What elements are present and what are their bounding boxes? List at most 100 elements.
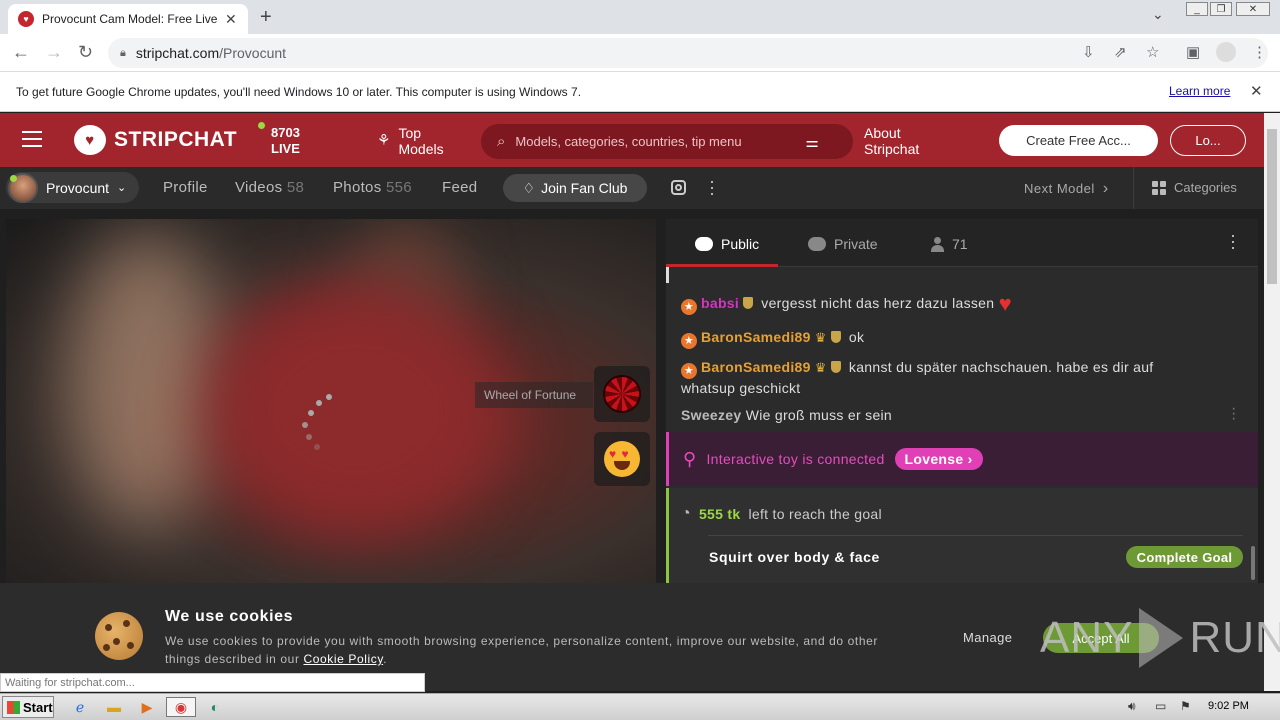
tab-public-chat[interactable]: Public xyxy=(695,236,759,252)
page-scrollbar[interactable] xyxy=(1264,113,1280,691)
message-more-icon[interactable]: · · · xyxy=(1231,401,1236,427)
ie-icon[interactable]: ℯ xyxy=(69,697,91,717)
profile-avatar-icon[interactable] xyxy=(1216,42,1236,62)
chat-text: Wie groß muss er sein xyxy=(745,407,893,423)
active-tab-indicator xyxy=(666,264,778,267)
chat-username[interactable]: BaronSamedi89 xyxy=(701,329,811,345)
tab-videos[interactable]: Videos 58 xyxy=(235,179,304,196)
window-close-button[interactable]: ✕ xyxy=(1236,2,1270,16)
complete-goal-button[interactable]: Complete Goal xyxy=(1126,546,1243,568)
tab-feed[interactable]: Feed xyxy=(442,179,477,196)
tab-profile-label: Profile xyxy=(163,179,208,196)
about-link[interactable]: About Stripchat xyxy=(864,125,954,157)
private-chat-icon xyxy=(808,237,826,251)
instagram-icon[interactable] xyxy=(671,180,686,195)
wheel-of-fortune-button[interactable] xyxy=(594,366,650,422)
network-icon[interactable]: ▭ xyxy=(1155,699,1166,713)
tab-close-icon[interactable]: ✕ xyxy=(225,11,237,28)
chat-username[interactable]: babsi xyxy=(701,295,739,311)
hamburger-menu-icon[interactable] xyxy=(22,131,42,147)
tab-profile[interactable]: Profile xyxy=(163,179,208,196)
reload-icon[interactable]: ↻ xyxy=(78,42,93,63)
fan-club-label: Join Fan Club xyxy=(541,180,628,196)
tab-videos-label: Videos xyxy=(235,179,283,196)
create-account-button[interactable]: Create Free Acc... xyxy=(999,125,1158,156)
explorer-folder-icon[interactable]: ▬ xyxy=(103,697,125,717)
wheel-of-fortune-label: Wheel of Fortune xyxy=(475,382,593,408)
search-input[interactable] xyxy=(515,134,796,149)
share-icon[interactable]: ⇗ xyxy=(1114,43,1127,61)
goal-check-icon: ◔ xyxy=(681,505,691,522)
tab-search-chevron-icon[interactable]: ⌄ xyxy=(1152,6,1164,23)
goal-name: Squirt over body & face xyxy=(709,549,880,565)
crown-icon: ♛ xyxy=(814,330,827,345)
anyrun-watermark: ANY RUN xyxy=(1040,608,1280,668)
manage-cookies-button[interactable]: Manage xyxy=(963,630,1012,645)
model-more-icon[interactable]: · · · xyxy=(709,172,717,202)
tab-private-chat[interactable]: Private xyxy=(808,236,878,252)
divider xyxy=(708,535,1243,536)
forward-arrow-icon[interactable]: → xyxy=(45,42,63,63)
emoji-reaction-button[interactable] xyxy=(594,432,650,486)
top-models-link[interactable]: ⚘ Top Models xyxy=(377,125,458,157)
search-box[interactable]: ⌕ ⚌ xyxy=(481,124,853,159)
media-player-icon[interactable]: ▶ xyxy=(136,697,158,717)
live-counter[interactable]: 8703 LIVE xyxy=(258,122,300,157)
chrome-taskbar-icon[interactable]: ◉ xyxy=(166,697,196,717)
chat-message: ★ babsi vergesst nicht das herz dazu lass… xyxy=(681,293,1012,315)
filter-sliders-icon[interactable]: ⚌ xyxy=(805,133,818,151)
user-icon xyxy=(930,237,944,252)
chat-message: ★ BaronSamedi89 ♛ kannst du später nachsch… xyxy=(681,358,1201,398)
join-fan-club-button[interactable]: ♢ Join Fan Club xyxy=(503,174,647,202)
side-panel-icon[interactable]: ▣ xyxy=(1186,43,1200,61)
chat-text: ok xyxy=(848,329,865,345)
chat-more-icon[interactable]: · · · xyxy=(1230,226,1238,256)
chrome-menu-icon[interactable]: ⋮ xyxy=(1252,43,1267,61)
maximize-button[interactable]: ❐ xyxy=(1210,2,1232,16)
categories-label: Categories xyxy=(1174,180,1237,195)
shield-icon xyxy=(830,361,841,373)
speaker-icon[interactable]: 🔊︎ xyxy=(1128,699,1136,714)
top-models-label: Top Models xyxy=(398,125,444,157)
model-name: Provocunt xyxy=(46,179,110,196)
chat-scrollbar[interactable] xyxy=(1251,546,1255,580)
cookie-policy-link[interactable]: Cookie Policy xyxy=(303,652,383,666)
live-count: 8703 xyxy=(271,125,300,140)
categories-button[interactable]: Categories xyxy=(1152,180,1237,195)
chrome-update-infobar: To get future Google Chrome updates, you… xyxy=(0,72,1280,112)
url-path: /Provocunt xyxy=(219,45,287,61)
edge-icon[interactable]: ◐ xyxy=(204,697,226,717)
chat-username[interactable]: BaronSamedi89 xyxy=(701,359,811,375)
star-badge-icon: ★ xyxy=(681,363,697,379)
flag-notification-icon[interactable]: ⚑ xyxy=(1180,699,1191,713)
login-button[interactable]: Lo... xyxy=(1170,125,1246,156)
bookmark-star-icon[interactable]: ☆ xyxy=(1146,43,1159,61)
browser-tab[interactable]: ♥ Provocunt Cam Model: Free Live Se ✕ xyxy=(8,4,248,34)
chat-text: vergesst nicht das herz dazu lassen xyxy=(761,295,995,311)
stripchat-logo[interactable]: ♥ STRIPCHAT xyxy=(74,125,237,155)
minimize-button[interactable]: _ xyxy=(1186,2,1208,16)
lovense-button[interactable]: Lovense › xyxy=(894,448,983,470)
install-icon[interactable]: ⇩ xyxy=(1082,43,1095,61)
cookie-text: We use cookies to provide you with smoot… xyxy=(165,634,878,666)
tab-photos[interactable]: Photos 556 xyxy=(333,179,412,196)
tab-feed-label: Feed xyxy=(442,179,478,196)
taskbar-clock[interactable]: 9:02 PM xyxy=(1208,700,1249,712)
model-selector[interactable]: Provocunt ⌄ xyxy=(6,172,139,203)
start-button[interactable]: Start xyxy=(2,696,54,718)
learn-more-link[interactable]: Learn more xyxy=(1169,84,1230,98)
model-avatar xyxy=(8,172,38,203)
next-model-button[interactable]: Next Model › xyxy=(1024,180,1109,198)
back-arrow-icon[interactable]: ← xyxy=(12,42,30,63)
next-model-label: Next Model xyxy=(1024,181,1095,196)
toy-icon: ⚲ xyxy=(683,448,697,469)
message-marker xyxy=(666,267,669,283)
tab-users[interactable]: 71 xyxy=(930,236,968,252)
tab-photos-label: Photos xyxy=(333,179,382,196)
infobar-close-icon[interactable]: ✕ xyxy=(1250,82,1263,100)
chat-username[interactable]: Sweezey xyxy=(681,407,741,423)
live-dot-icon xyxy=(258,122,265,129)
new-tab-button[interactable]: + xyxy=(260,6,272,29)
cookie-title: We use cookies xyxy=(165,608,294,625)
heart-eyes-emoji-icon xyxy=(604,441,640,477)
